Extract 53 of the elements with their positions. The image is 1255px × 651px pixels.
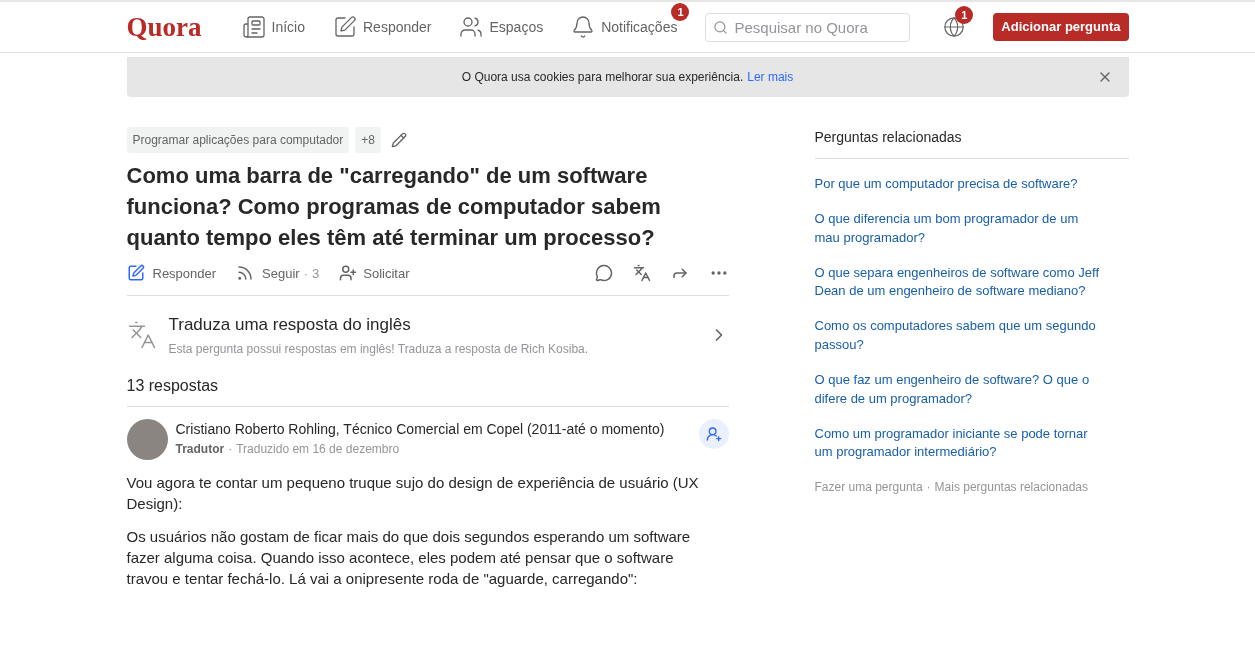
answer-date: Traduzido em 16 de dezembro bbox=[236, 440, 400, 458]
author-role: Tradutor bbox=[175, 440, 225, 458]
translate-icon[interactable] bbox=[632, 264, 651, 283]
answer-paragraph: Vou agora te contar um pequeno truque sujo do design de experiência de usuário (UX Design): bbox=[126, 472, 700, 514]
add-question-button[interactable]: Adicionar pergunta bbox=[993, 13, 1129, 41]
related-question-link[interactable]: O que faz um engenheiro de software? O que o difere de um programador? bbox=[814, 370, 1129, 409]
answer-paragraph: Os usuários não gostam de ficar mais do que dois segundos esperando um software fazer alguma coisa. Quando isso acontece, eles podem até pensar que o software travou e tentar fechá-lo. Lá vai a onipresente roda de "aguarde, carregando": bbox=[126, 526, 692, 589]
author-name[interactable]: Cristiano Roberto Rohling, Técnico Comercial em Copel (2011-até o momento) bbox=[175, 418, 699, 440]
pen-square-icon bbox=[333, 15, 357, 39]
user-plus-icon bbox=[339, 264, 358, 283]
nav-item[interactable]: Espaços bbox=[451, 15, 552, 39]
notification-badge: 1 bbox=[671, 3, 690, 21]
answers-count: 13 respostas bbox=[126, 373, 729, 407]
translate-title: Traduza uma resposta do inglês bbox=[168, 314, 412, 337]
feed-icon bbox=[236, 264, 255, 283]
avatar-photo[interactable] bbox=[126, 418, 168, 460]
comment-icon[interactable] bbox=[594, 264, 613, 283]
separator-dot: · bbox=[926, 479, 931, 497]
translate-prompt[interactable]: Traduza uma resposta do inglês Esta pergunta possui respostas em inglês! Traduza a resposta de Rich Kosiba. bbox=[126, 296, 729, 374]
follow-user-button[interactable] bbox=[698, 418, 729, 449]
search-icon bbox=[713, 19, 729, 35]
bell-icon bbox=[571, 15, 596, 39]
related-title: Perguntas relacionadas bbox=[814, 127, 1129, 159]
related-question-link[interactable]: Como um programador iniciante se pode tornar um programador intermediário? bbox=[814, 424, 1129, 463]
read-more-link[interactable]: Ler mais bbox=[747, 68, 794, 86]
people-icon bbox=[459, 15, 484, 39]
separator-dot: · bbox=[303, 264, 309, 283]
request-button[interactable]: Solicitar bbox=[339, 263, 410, 284]
answer-button[interactable]: Responder bbox=[126, 263, 217, 284]
nav-item[interactable]: Início bbox=[233, 15, 313, 39]
follow-button[interactable]: Seguir bbox=[236, 263, 300, 284]
newspaper-icon bbox=[241, 15, 266, 39]
search-field[interactable]: Pesquisar no Quora bbox=[705, 12, 911, 42]
question-title: Como uma barra de "carregando" de um software funciona? Como programas de computador sabem quanto tempo eles têm até terminar um processo? bbox=[126, 162, 662, 252]
notification-badge: 1 bbox=[955, 6, 974, 24]
ask-question-link[interactable]: Fazer uma pergunta bbox=[814, 478, 923, 497]
follow-count: 3 bbox=[312, 264, 320, 283]
translate-icon bbox=[126, 320, 157, 351]
translate-subtitle: Esta pergunta possui respostas em inglês! Traduza a resposta de Rich Kosiba. bbox=[168, 340, 590, 358]
separator-dot: · bbox=[228, 440, 233, 458]
related-question-link[interactable]: O que separa engenheiros de software como Jeff Dean de um engenheiro de software mediano? bbox=[814, 263, 1129, 302]
pen-square-icon bbox=[126, 264, 145, 283]
nav-item[interactable]: Responder bbox=[325, 15, 440, 39]
cookie-text: O Quora usa cookies para melhorar sua experiência. bbox=[461, 69, 744, 86]
related-question-link[interactable]: O que diferencia um bom programador de um mau programador? bbox=[814, 209, 1129, 248]
logo[interactable]: Quora bbox=[126, 6, 202, 48]
more-topics-tag[interactable]: +8 bbox=[355, 127, 381, 153]
more-related-link[interactable]: Mais perguntas relacionadas bbox=[934, 478, 1088, 497]
topic-tag[interactable]: Programar aplicações para computador bbox=[126, 127, 350, 153]
related-question-link[interactable]: Por que um computador precisa de software? bbox=[814, 175, 1129, 194]
user-plus-icon bbox=[705, 425, 722, 442]
pencil-icon[interactable] bbox=[390, 132, 407, 148]
related-question-link[interactable]: Como os computadores sabem que um segundo passou? bbox=[814, 317, 1129, 355]
